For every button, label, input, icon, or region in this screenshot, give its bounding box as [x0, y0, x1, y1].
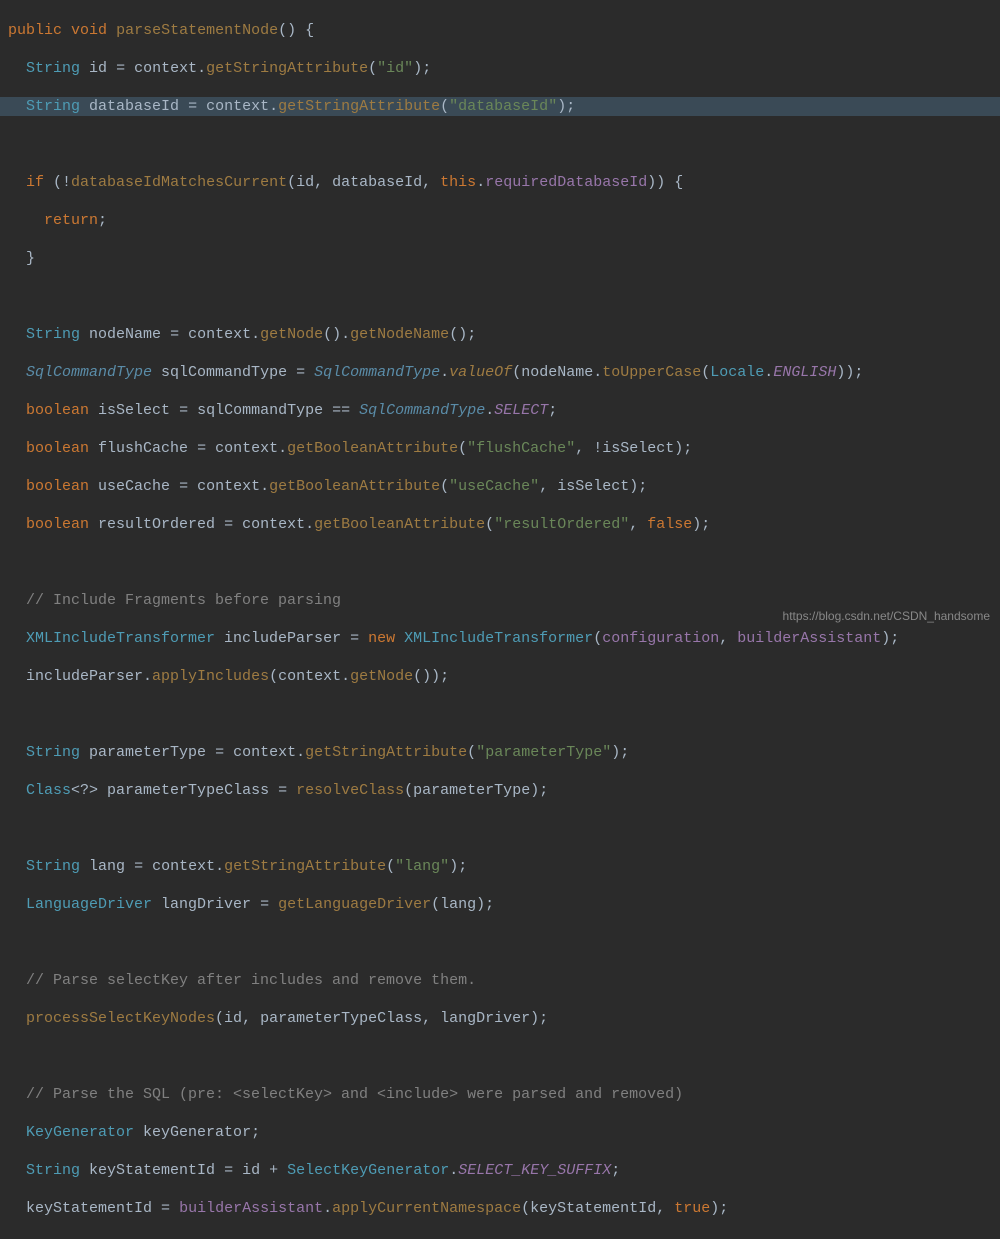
code-line-blank	[0, 553, 1000, 572]
code-line-comment: // Parse selectKey after includes and re…	[0, 971, 1000, 990]
code-line: includeParser.applyIncludes(context.getN…	[0, 667, 1000, 686]
code-line: LanguageDriver langDriver = getLanguageD…	[0, 895, 1000, 914]
code-line: public void parseStatementNode() {	[0, 21, 1000, 40]
code-line: return;	[0, 211, 1000, 230]
code-line: }	[0, 249, 1000, 268]
code-line: boolean useCache = context.getBooleanAtt…	[0, 477, 1000, 496]
code-line: String nodeName = context.getNode().getN…	[0, 325, 1000, 344]
code-line-blank	[0, 819, 1000, 838]
code-line: KeyGenerator keyGenerator;	[0, 1123, 1000, 1142]
code-line: String parameterType = context.getString…	[0, 743, 1000, 762]
code-line-comment: // Parse the SQL (pre: <selectKey> and <…	[0, 1085, 1000, 1104]
code-line: Class<?> parameterTypeClass = resolveCla…	[0, 781, 1000, 800]
code-line: String lang = context.getStringAttribute…	[0, 857, 1000, 876]
code-line-highlighted: String databaseId = context.getStringAtt…	[0, 97, 1000, 116]
code-line-blank	[0, 287, 1000, 306]
code-line: String keyStatementId = id + SelectKeyGe…	[0, 1161, 1000, 1180]
code-line-blank	[0, 933, 1000, 952]
code-line-blank	[0, 705, 1000, 724]
code-line: SqlCommandType sqlCommandType = SqlComma…	[0, 363, 1000, 382]
code-line-blank	[0, 1047, 1000, 1066]
code-line: boolean isSelect = sqlCommandType == Sql…	[0, 401, 1000, 420]
watermark-text: https://blog.csdn.net/CSDN_handsome	[783, 607, 990, 626]
code-line: processSelectKeyNodes(id, parameterTypeC…	[0, 1009, 1000, 1028]
code-line: keyStatementId = builderAssistant.applyC…	[0, 1199, 1000, 1218]
code-line-blank	[0, 135, 1000, 154]
code-line: if (!databaseIdMatchesCurrent(id, databa…	[0, 173, 1000, 192]
code-line: boolean resultOrdered = context.getBoole…	[0, 515, 1000, 534]
code-line: String id = context.getStringAttribute("…	[0, 59, 1000, 78]
code-line: boolean flushCache = context.getBooleanA…	[0, 439, 1000, 458]
